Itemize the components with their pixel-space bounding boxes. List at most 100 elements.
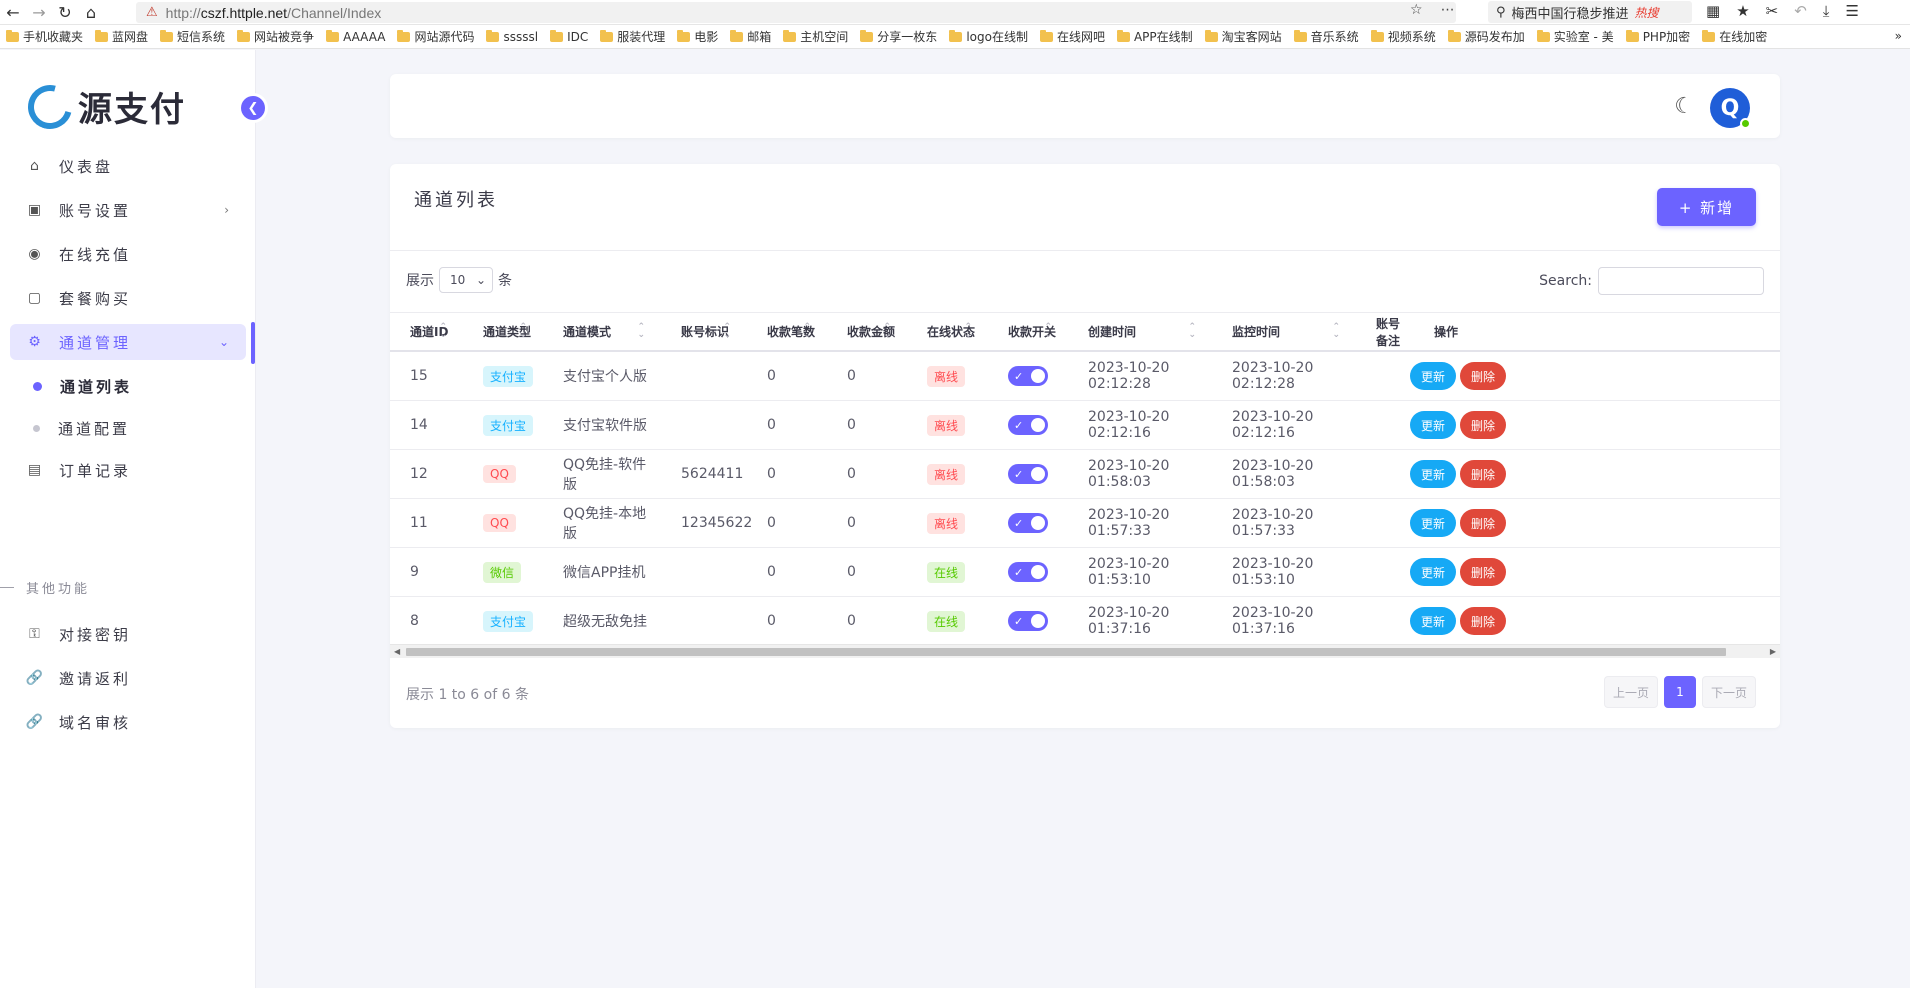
column-header[interactable]: 收款笔数 ⌃ ⌄ [743, 313, 823, 350]
delete-button[interactable]: 删除 [1460, 362, 1506, 390]
column-header[interactable]: 通道类型 ⌃ ⌄ [459, 313, 539, 350]
download-icon[interactable]: ⤓ [1823, 2, 1830, 20]
scissors-icon[interactable]: ✂ [1766, 2, 1779, 20]
avatar[interactable]: Q [1710, 88, 1751, 129]
sort-icon[interactable]: ⌃ ⌄ [1044, 323, 1052, 340]
site-security-icon[interactable]: ⚠ [146, 5, 158, 20]
scroll-left-icon[interactable]: ◀ [394, 645, 400, 659]
scroll-right-icon[interactable]: ▶ [1770, 645, 1776, 659]
sidebar-item-channel-management[interactable]: ⚙ 通道管理 ⌄ [10, 324, 246, 360]
column-header[interactable]: 收款金额 ⌃ ⌄ [823, 313, 903, 350]
sort-icon[interactable]: ⌃ ⌄ [519, 323, 527, 340]
bookmark-item[interactable]: 短信系统 [160, 28, 225, 45]
sort-icon[interactable]: ⌃ ⌄ [723, 323, 731, 340]
add-channel-button[interactable]: + 新增 [1657, 188, 1756, 226]
bookmark-item[interactable]: logo在线制 [949, 28, 1028, 45]
sidebar-item-dashboard[interactable]: ⌂ 仪表盘 [10, 148, 246, 184]
next-page-button[interactable]: 下一页 [1701, 676, 1756, 708]
dark-mode-icon[interactable]: ☾ [1674, 94, 1694, 119]
sort-icon[interactable]: ⌃ ⌄ [883, 323, 891, 340]
sort-icon[interactable]: ⌃ ⌄ [1332, 323, 1340, 340]
sort-icon[interactable]: ⌃ ⌄ [1188, 323, 1196, 340]
bookmark-item[interactable]: 服装代理 [600, 28, 665, 45]
bookmark-item[interactable]: 分享一枚东 [860, 28, 937, 45]
delete-button[interactable]: 删除 [1460, 607, 1506, 635]
payment-toggle[interactable]: ✓ [1008, 464, 1048, 484]
column-header[interactable]: 通道模式 ⌃ ⌄ [539, 313, 657, 350]
bookmark-item[interactable]: 淘宝客网站 [1204, 28, 1282, 45]
sort-icon[interactable]: ⌃ ⌄ [637, 323, 645, 340]
bookmark-item[interactable]: 音乐系统 [1293, 28, 1359, 45]
column-header[interactable]: 通道ID ⌃ ⌄ [390, 313, 459, 350]
prev-page-button[interactable]: 上一页 [1603, 676, 1658, 708]
update-button[interactable]: 更新 [1410, 411, 1456, 439]
browser-search-box[interactable]: ⚲ 梅西中国行稳步推进 热搜 [1488, 1, 1692, 23]
favorites-icon[interactable]: ★ [1736, 2, 1749, 20]
home-icon[interactable]: ⌂ [78, 0, 104, 24]
bookmark-item[interactable]: 在线网吧 [1039, 28, 1105, 45]
bookmark-item[interactable]: 源码发布加 [1447, 28, 1525, 45]
sort-icon[interactable]: ⌃ ⌄ [439, 323, 447, 340]
more-bookmarks-icon[interactable]: » [1895, 29, 1902, 43]
scrollbar-thumb[interactable] [406, 648, 1726, 656]
update-button[interactable]: 更新 [1410, 558, 1456, 586]
column-header[interactable]: 在线状态 ⌃ ⌄ [903, 313, 984, 350]
bookmark-item[interactable]: 网站被竞争 [237, 28, 314, 45]
bookmark-item[interactable]: AAAAA [326, 29, 385, 44]
page-length-select[interactable]: 10 ⌄ [439, 267, 493, 293]
sidebar-subitem-channel-list[interactable]: 通道列表 [10, 368, 246, 404]
column-header[interactable]: 创建时间 ⌃ ⌄ [1064, 313, 1208, 350]
sort-icon[interactable]: ⌃ ⌄ [803, 323, 811, 340]
bookmark-item[interactable]: 邮箱 [730, 28, 771, 45]
search-input[interactable] [1598, 267, 1764, 295]
payment-toggle[interactable]: ✓ [1008, 415, 1048, 435]
bookmark-item[interactable]: 主机空间 [783, 28, 848, 45]
bookmark-item[interactable]: 蓝网盘 [95, 28, 148, 45]
payment-toggle[interactable]: ✓ [1008, 513, 1048, 533]
bookmark-item[interactable]: IDC [550, 29, 588, 44]
sidebar-item-api-key[interactable]: ⚿ 对接密钥 [10, 616, 246, 652]
delete-button[interactable]: 删除 [1460, 460, 1506, 488]
more-icon[interactable]: ⋯ [1441, 2, 1455, 18]
bookmark-item[interactable]: sssssl [486, 29, 538, 44]
delete-button[interactable]: 删除 [1460, 558, 1506, 586]
bookmark-item[interactable]: APP在线制 [1116, 28, 1193, 45]
forward-icon[interactable]: → [26, 0, 52, 24]
star-icon[interactable]: ☆ [1410, 2, 1423, 18]
menu-icon[interactable]: ☰ [1845, 2, 1858, 20]
sidebar-item-orders[interactable]: ▤ 订单记录 [10, 452, 246, 488]
logo[interactable]: 源支付 [19, 76, 186, 137]
undo-icon[interactable]: ↶ [1794, 2, 1807, 20]
payment-toggle[interactable]: ✓ [1008, 611, 1048, 631]
update-button[interactable]: 更新 [1410, 607, 1456, 635]
apps-icon[interactable]: ▦ [1706, 2, 1720, 20]
update-button[interactable]: 更新 [1410, 362, 1456, 390]
bookmark-item[interactable]: 电影 [677, 28, 718, 45]
reload-icon[interactable]: ↻ [52, 0, 78, 24]
bookmark-item[interactable]: 实验室 - 美 [1536, 28, 1614, 45]
payment-toggle[interactable]: ✓ [1008, 366, 1048, 386]
page-button-current[interactable]: 1 [1663, 676, 1696, 708]
bookmark-item[interactable]: 网站源代码 [397, 28, 474, 45]
horizontal-scrollbar[interactable]: ◀ ▶ [390, 644, 1780, 658]
sidebar-item-recharge[interactable]: ◉ 在线充值 [10, 236, 246, 272]
bookmark-item[interactable]: 视频系统 [1370, 28, 1436, 45]
sidebar-item-domain-review[interactable]: 🔗 域名审核 [10, 704, 246, 740]
sidebar-subitem-channel-config[interactable]: 通道配置 [10, 410, 246, 446]
address-bar[interactable]: ⚠ http://cszf.httple.net/Channel/Index [136, 2, 1456, 23]
bookmark-item[interactable]: PHP加密 [1625, 28, 1690, 45]
column-header[interactable]: 监控时间 ⌃ ⌄ [1208, 313, 1352, 350]
update-button[interactable]: 更新 [1410, 460, 1456, 488]
sort-icon[interactable]: ⌃ ⌄ [964, 323, 972, 340]
payment-toggle[interactable]: ✓ [1008, 562, 1048, 582]
sidebar-item-packages[interactable]: ▢ 套餐购买 [10, 280, 246, 316]
update-button[interactable]: 更新 [1410, 509, 1456, 537]
sidebar-item-invite-rebate[interactable]: 🔗 邀请返利 [10, 660, 246, 696]
back-icon[interactable]: ← [0, 0, 26, 24]
delete-button[interactable]: 删除 [1460, 509, 1506, 537]
sidebar-item-account-settings[interactable]: ▣ 账号设置 › [10, 192, 246, 228]
bookmark-item[interactable]: 手机收藏夹 [6, 28, 83, 45]
column-header[interactable]: 收款开关 ⌃ ⌄ [984, 313, 1064, 350]
delete-button[interactable]: 删除 [1460, 411, 1506, 439]
collapse-sidebar-button[interactable]: ❮ [241, 96, 265, 120]
